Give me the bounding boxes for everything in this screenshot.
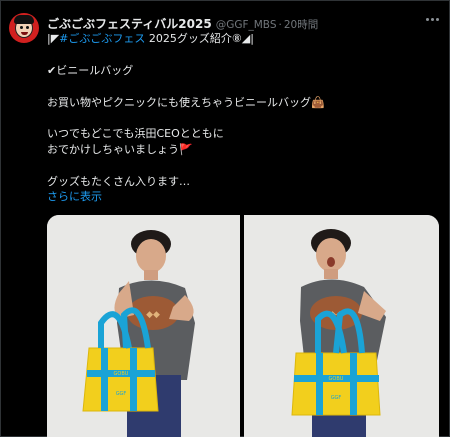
separator-dot: · xyxy=(278,19,282,31)
title-prefix: |◤ xyxy=(47,32,60,45)
svg-text:GGF: GGF xyxy=(331,395,342,401)
tweet-line-title: |◤#ごぶごぶフェス 2025グッズ紹介⑧◢| xyxy=(47,32,254,46)
tweet-photo-1[interactable]: ◆◆ GOBU GGF xyxy=(47,215,240,437)
tweet-line-description: お買い物やピクニックにも使えちゃうビニールバッグ👜 xyxy=(47,96,325,109)
avatar-eye xyxy=(26,26,29,29)
tweet-line-goods: グッズもたくさん入ります… xyxy=(47,175,190,188)
user-handle[interactable]: @GGF_MBS xyxy=(216,19,277,31)
svg-text:◆◆: ◆◆ xyxy=(146,310,160,320)
avatar-eye xyxy=(20,26,23,29)
photo-man-holding-bag-left: ◆◆ GOBU GGF xyxy=(47,215,240,437)
tweet-header: ごぶごぶフェスティバル2025 @GGF_MBS · 20時間 xyxy=(47,15,318,33)
svg-text:GGF: GGF xyxy=(116,391,127,397)
profile-avatar-icon[interactable] xyxy=(9,13,39,43)
display-name[interactable]: ごぶごぶフェスティバル2025 xyxy=(47,15,212,32)
title-suffix: 2025グッズ紹介⑧◢| xyxy=(145,32,254,45)
read-more-link[interactable]: さらに表示 xyxy=(47,190,102,204)
photo-man-holding-bag-right: ◆◆ GOBU GGF xyxy=(244,215,439,437)
tweet-photo-2[interactable]: ◆◆ GOBU GGF xyxy=(244,215,439,437)
tweet-line-ceo: いつでもどこでも浜田CEOとともに xyxy=(47,127,224,140)
svg-text:GOBU: GOBU xyxy=(114,371,129,377)
tweet-card[interactable]: ごぶごぶフェスティバル2025 @GGF_MBS · 20時間 |◤#ごぶごぶフ… xyxy=(0,0,450,437)
svg-text:GOBU: GOBU xyxy=(329,376,344,382)
avatar-hair xyxy=(14,15,34,24)
more-options-icon[interactable] xyxy=(421,11,443,27)
timestamp[interactable]: 20時間 xyxy=(284,17,318,32)
tweet-line-product: ✔ビニールバッグ xyxy=(47,64,134,77)
tweet-line-go-out: おでかけしちゃいましょう🚩 xyxy=(47,143,193,156)
hashtag-link[interactable]: #ごぶごぶフェス xyxy=(59,32,145,45)
